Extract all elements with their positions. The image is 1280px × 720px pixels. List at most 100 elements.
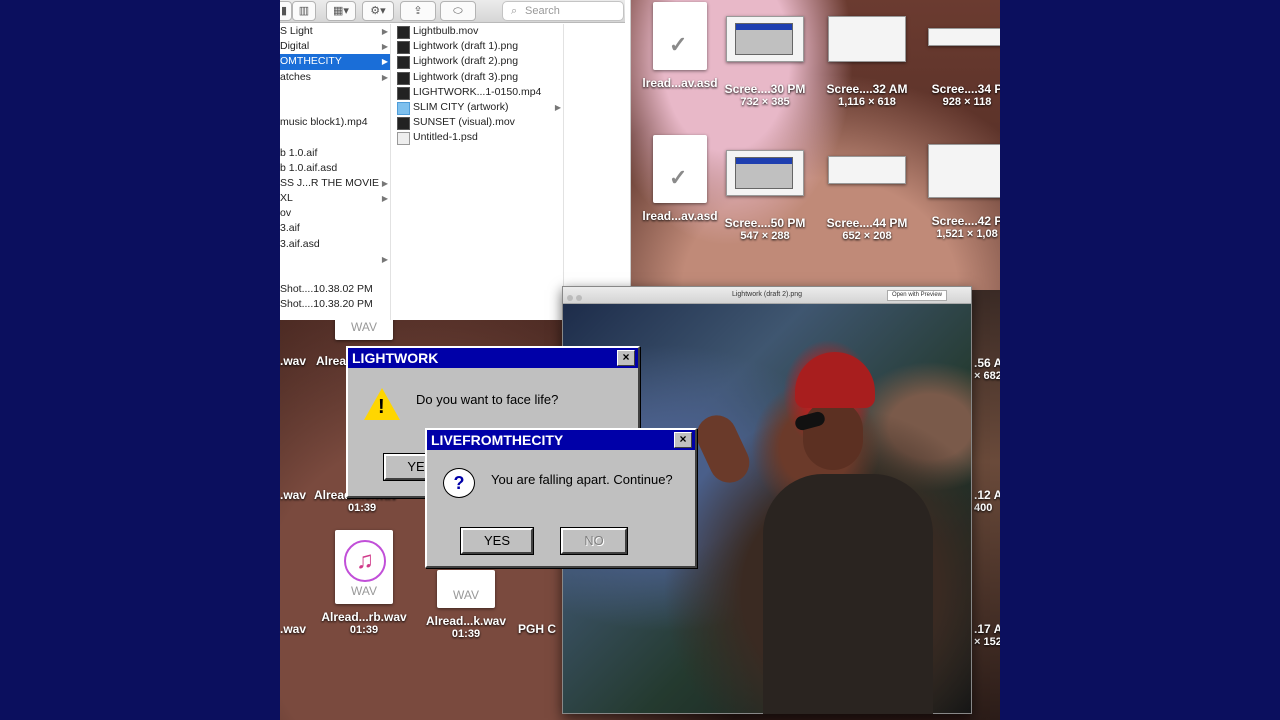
open-with-preview-button[interactable]: Open with Preview: [886, 290, 947, 301]
finder-col1-item-label: OMTHECITY: [280, 55, 342, 68]
desktop-icon-wav-3b[interactable]: ♫ WAV Alread...rb.wav 01:39: [314, 530, 414, 636]
desktop-icon-screenshot-6[interactable]: Scree....42 P 1,521 × 1,08: [922, 144, 1000, 240]
desktop-icon-wav-3a[interactable]: .wav: [280, 622, 310, 636]
finder-col2-item[interactable]: LIGHTWORK...1-0150.mp4: [391, 85, 563, 100]
finder-col1-item[interactable]: music block1).mp4: [280, 115, 390, 130]
screenshot-thumbnail: [828, 156, 906, 184]
desktop-icon-right-b[interactable]: .12 A 400: [974, 488, 1000, 514]
finder-col1-item[interactable]: Shot....10.38.20 PM: [280, 297, 390, 312]
finder-col2-item-label: Lightwork (draft 3).png: [413, 70, 519, 83]
tag-button[interactable]: ⬭: [440, 1, 476, 21]
finder-col2-item[interactable]: Lightwork (draft 2).png: [391, 54, 563, 70]
finder-col2-item[interactable]: SUNSET (visual).mov: [391, 115, 563, 131]
wav-file-icon: WAV: [437, 570, 495, 608]
finder-col1-item[interactable]: 3.aif.asd: [280, 237, 390, 252]
desktop-icon-asd-1[interactable]: ✓ lread...av.asd: [630, 2, 730, 90]
image-hat: [795, 352, 875, 408]
view-coverflow-button[interactable]: ▥: [292, 1, 316, 21]
finder-col1-item[interactable]: [280, 85, 390, 100]
warning-icon: !: [364, 388, 400, 420]
screenshot-thumbnail: [928, 144, 1000, 198]
document-icon: ✓: [653, 135, 707, 203]
finder-col1-item-label: Shot....10.38.02 PM: [280, 283, 373, 296]
finder-col2-item[interactable]: Lightwork (draft 3).png: [391, 70, 563, 85]
dialog-title: LIGHTWORK: [352, 350, 439, 366]
doc-icon: [397, 132, 410, 146]
finder-col1-item[interactable]: S Light ▶: [280, 24, 390, 39]
itunes-note-icon: ♫ WAV: [335, 530, 393, 604]
finder-col1-item[interactable]: [280, 267, 390, 282]
finder-col1-item-label: 3.aif: [280, 222, 300, 235]
search-field[interactable]: ⌕ Search: [502, 1, 624, 21]
gear-icon: ⚙: [370, 5, 381, 17]
group-button[interactable]: ▦▾: [326, 1, 356, 21]
share-button[interactable]: ⇪: [400, 1, 436, 21]
chevron-right-icon: ▶: [381, 57, 388, 67]
search-icon: ⌕: [511, 5, 518, 17]
tag-icon: ⬭: [453, 5, 463, 17]
finder-col2-item-label: SLIM CITY (artwork): [413, 100, 509, 113]
close-icon[interactable]: ×: [617, 350, 635, 366]
preview-title: Lightwork (draft 2).png: [731, 291, 803, 298]
finder-col1-item[interactable]: Shot....10.38.02 PM: [280, 282, 390, 297]
view-columns-button[interactable]: ▮: [280, 1, 292, 21]
desktop-icon-wav-1a[interactable]: .wav: [280, 354, 310, 368]
image-body: [763, 474, 933, 714]
finder-col1-item-label: music block1).mp4: [280, 116, 368, 129]
chevron-right-icon: ▶: [381, 178, 388, 188]
finder-col1-item[interactable]: [280, 100, 390, 115]
image-icon: [397, 41, 410, 55]
desktop-icon-screenshot-2[interactable]: Scree....32 AM 1,116 × 618: [822, 16, 912, 108]
screenshot-thumbnail: [726, 16, 804, 62]
chevron-right-icon: ▶: [381, 254, 388, 264]
finder-col1-item-label: ov: [280, 207, 292, 220]
yes-button[interactable]: YES: [460, 527, 534, 555]
desktop-icon-screenshot-1[interactable]: Scree....30 PM 732 × 385: [720, 16, 810, 108]
finder-col1-item[interactable]: [280, 130, 390, 145]
screenshot-thumbnail: [928, 28, 1000, 46]
finder-col1-item[interactable]: OMTHECITY ▶: [280, 54, 390, 70]
desktop-icon-asd-2[interactable]: ✓ lread...av.asd: [630, 135, 730, 223]
screenshot-thumbnail: [726, 150, 804, 196]
finder-col2-item[interactable]: SLIM CITY (artwork) ▶: [391, 100, 563, 115]
video-icon: [397, 86, 410, 100]
dialog-message: Do you want to face life?: [416, 392, 559, 407]
finder-col1-item[interactable]: SS J...R THE MOVIE ▶: [280, 176, 390, 191]
chevron-right-icon: ▶: [381, 72, 388, 82]
finder-col1-item[interactable]: ov: [280, 206, 390, 221]
finder-col1-item[interactable]: atches ▶: [280, 70, 390, 85]
finder-col2-item[interactable]: Untitled-1.psd: [391, 130, 563, 146]
finder-col2-item-label: SUNSET (visual).mov: [413, 116, 515, 129]
finder-col1-item-label: Digital: [280, 40, 310, 53]
desktop-icon-right-a[interactable]: .56 A × 682: [974, 356, 1000, 382]
finder-col1-item[interactable]: ▶: [280, 252, 390, 267]
chevron-right-icon: ▶: [381, 194, 388, 204]
video-icon: [397, 117, 410, 131]
no-button[interactable]: NO: [560, 527, 628, 555]
desktop-icon-screenshot-3[interactable]: Scree....34 P 928 × 118: [922, 28, 1000, 108]
chevron-right-icon: ▶: [381, 42, 388, 52]
desktop-icon-pgh[interactable]: PGH C: [518, 622, 568, 636]
finder-col1-item-label: SS J...R THE MOVIE: [280, 176, 379, 189]
finder-col1-item-label: S Light: [280, 25, 313, 37]
desktop-icon-wav-3c[interactable]: WAV Alread...k.wav 01:39: [416, 570, 516, 640]
desktop-icon-wav-2a[interactable]: .wav: [280, 488, 310, 502]
finder-col2-item[interactable]: Lightbulb.mov: [391, 24, 563, 39]
share-icon: ⇪: [413, 5, 423, 17]
desktop-area: ✓ lread...av.asd Scree....30 PM 732 × 38…: [280, 0, 1000, 720]
desktop-icon-screenshot-4[interactable]: Scree....50 PM 547 × 288: [720, 150, 810, 242]
finder-col1-item[interactable]: XL ▶: [280, 191, 390, 206]
action-gear-button[interactable]: ⚙▾: [362, 1, 394, 21]
finder-col2-item[interactable]: Lightwork (draft 1).png: [391, 39, 563, 55]
dialog-livefromthecity: LIVEFROMTHECITY × ? You are falling apar…: [425, 428, 697, 568]
finder-col1-item[interactable]: b 1.0.aif: [280, 146, 390, 161]
close-icon[interactable]: ×: [674, 432, 692, 448]
desktop-icon-right-c[interactable]: .17 A × 152: [974, 622, 1000, 648]
finder-col1-item[interactable]: Digital ▶: [280, 39, 390, 54]
finder-col1-item[interactable]: b 1.0.aif.asd: [280, 161, 390, 176]
finder-col1-item-label: XL: [280, 192, 293, 205]
finder-col2-item-label: Lightwork (draft 2).png: [413, 55, 519, 68]
desktop-icon-screenshot-5[interactable]: Scree....44 PM 652 × 208: [822, 156, 912, 242]
finder-col2-item-label: Lightwork (draft 1).png: [413, 40, 519, 53]
finder-col1-item[interactable]: 3.aif: [280, 221, 390, 236]
